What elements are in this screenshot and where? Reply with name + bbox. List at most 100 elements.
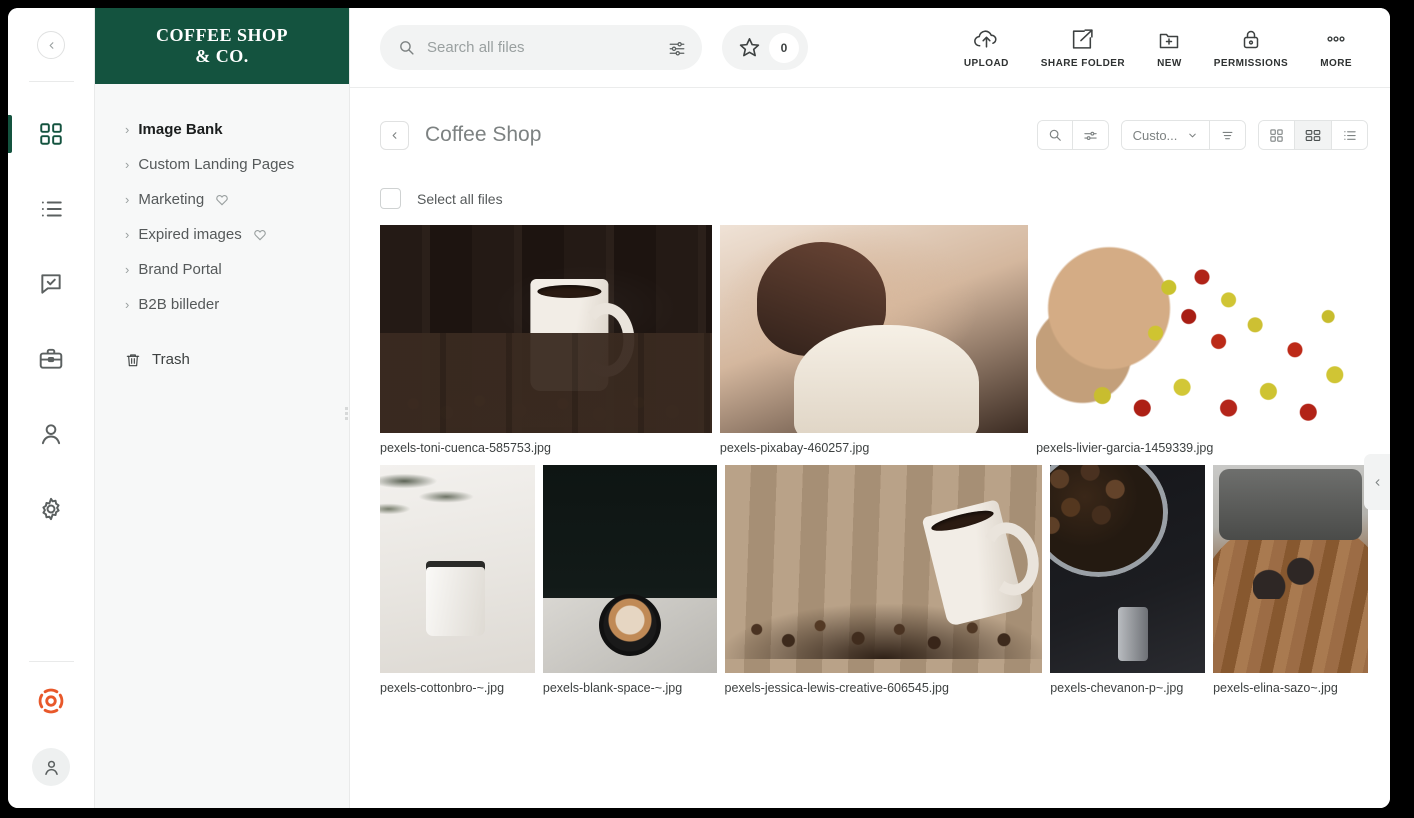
search-input[interactable]	[427, 39, 656, 56]
file-card[interactable]: pexels-toni-cuenca-585753.jpg	[380, 225, 712, 455]
search-icon	[398, 39, 415, 56]
user-avatar[interactable]	[32, 748, 70, 786]
rail-nav	[8, 96, 94, 546]
file-name: pexels-pixabay-460257.jpg	[720, 441, 1028, 455]
rail-item-settings[interactable]	[8, 471, 94, 546]
file-thumbnail	[1050, 465, 1205, 673]
page-title: Coffee Shop	[425, 123, 541, 147]
rail-item-list[interactable]	[8, 171, 94, 246]
sidebar-item-label: B2B billeder	[138, 296, 219, 313]
sidebar-item-label: Brand Portal	[138, 261, 221, 278]
chevron-down-icon	[1187, 130, 1198, 141]
file-list-area: Select all files pexels-toni-cuenca-5857…	[350, 170, 1390, 808]
file-card[interactable]: pexels-jessica-lewis-creative-606545.jpg	[725, 465, 1043, 695]
file-card[interactable]: pexels-cottonbro-~.jpg	[380, 465, 535, 695]
grid-large-icon	[1305, 128, 1321, 143]
select-all-row: Select all files	[380, 170, 1368, 225]
sidebar-item-b2b-billeder[interactable]: › B2B billeder	[95, 287, 349, 322]
chevron-left-icon	[389, 130, 400, 141]
chevron-right-icon: ›	[125, 193, 129, 206]
view-list-button[interactable]	[1332, 121, 1367, 149]
app-window: COFFEE SHOP & CO. › Image Bank › Custom …	[8, 8, 1390, 808]
chevron-right-icon: ›	[125, 263, 129, 276]
image-woman-drinking-coffee	[720, 225, 1028, 433]
heart-icon[interactable]	[215, 193, 229, 207]
rail-item-tasks[interactable]	[8, 246, 94, 321]
list-view-icon	[1342, 128, 1357, 143]
image-hands-with-coffee-cherries	[1036, 225, 1368, 433]
file-card[interactable]: pexels-livier-garcia-1459339.jpg	[1036, 225, 1368, 455]
folder-tree: › Image Bank › Custom Landing Pages › Ma…	[95, 84, 349, 377]
select-all-checkbox[interactable]	[380, 188, 401, 209]
sidebar-item-marketing[interactable]: › Marketing	[95, 182, 349, 217]
file-card[interactable]: pexels-elina-sazo~.jpg	[1213, 465, 1368, 695]
image-portafilter-with-beans	[1050, 465, 1205, 673]
heart-icon[interactable]	[253, 228, 267, 242]
file-name: pexels-blank-space-~.jpg	[543, 681, 717, 695]
favorites-button[interactable]: 0	[722, 25, 808, 70]
main-area: 0 UPLOAD SHARE FOLDER	[350, 8, 1390, 808]
file-name: pexels-cottonbro-~.jpg	[380, 681, 535, 695]
list-icon	[38, 196, 64, 222]
more-button[interactable]: MORE	[1304, 27, 1368, 69]
rail-item-grid[interactable]	[8, 96, 94, 171]
search-icon	[1048, 128, 1062, 142]
toolbar: UPLOAD SHARE FOLDER NEW	[948, 27, 1368, 69]
brand-line-2: & CO.	[195, 46, 249, 67]
comment-check-icon	[38, 271, 64, 297]
search-filter-group	[1037, 120, 1109, 150]
briefcase-icon	[38, 346, 64, 372]
file-thumbnail	[720, 225, 1028, 433]
file-card[interactable]: pexels-blank-space-~.jpg	[543, 465, 717, 695]
view-grid-large-button[interactable]	[1295, 121, 1332, 149]
sidebar-item-brand-portal[interactable]: › Brand Portal	[95, 252, 349, 287]
image-espresso-cups-on-wood-table	[1213, 465, 1368, 673]
chevron-left-icon	[1372, 477, 1383, 488]
grid-icon	[38, 121, 64, 147]
rail-bottom	[8, 661, 94, 808]
share-icon	[1070, 27, 1095, 51]
sidebar-item-label: Expired images	[138, 226, 241, 243]
favorites-count: 0	[769, 33, 799, 63]
sidebar-item-trash[interactable]: Trash	[95, 339, 349, 377]
rail-bottom-divider	[29, 661, 74, 662]
select-all-label[interactable]: Select all files	[417, 191, 503, 207]
file-name: pexels-toni-cuenca-585753.jpg	[380, 441, 712, 455]
sidebar-item-expired-images[interactable]: › Expired images	[95, 217, 349, 252]
file-card[interactable]: pexels-chevanon-p~.jpg	[1050, 465, 1205, 695]
file-thumbnail	[1213, 465, 1368, 673]
new-label: NEW	[1157, 58, 1182, 69]
grid-small-icon	[1269, 128, 1284, 143]
trash-icon	[125, 352, 141, 368]
view-grid-small-button[interactable]	[1259, 121, 1295, 149]
sidebar-item-image-bank[interactable]: › Image Bank	[95, 112, 349, 147]
list-filter-button[interactable]	[1073, 121, 1108, 149]
list-search-button[interactable]	[1038, 121, 1073, 149]
file-card[interactable]: pexels-pixabay-460257.jpg	[720, 225, 1028, 455]
new-button[interactable]: NEW	[1141, 27, 1198, 69]
image-desk-with-mug	[380, 465, 535, 673]
sort-dropdown[interactable]: Custo...	[1122, 121, 1210, 149]
sidebar-item-label: Image Bank	[138, 121, 222, 138]
permissions-button[interactable]: PERMISSIONS	[1198, 27, 1304, 69]
share-folder-button[interactable]: SHARE FOLDER	[1025, 27, 1141, 69]
back-button[interactable]	[380, 121, 409, 150]
coffee-mug-decor	[530, 279, 608, 391]
rail-collapse-button[interactable]	[37, 31, 65, 59]
rail-item-users[interactable]	[8, 396, 94, 471]
right-panel-toggle[interactable]	[1364, 454, 1390, 510]
top-bar: 0 UPLOAD SHARE FOLDER	[350, 8, 1390, 88]
sort-order-button[interactable]	[1210, 121, 1245, 149]
search-box[interactable]	[380, 25, 702, 70]
help-button[interactable]	[36, 686, 66, 716]
file-thumbnail	[380, 225, 712, 433]
file-thumbnail	[725, 465, 1043, 673]
sliders-icon[interactable]	[668, 39, 686, 57]
sidebar-item-custom-landing-pages[interactable]: › Custom Landing Pages	[95, 147, 349, 182]
image-coffee-cup-on-wood	[380, 225, 712, 433]
upload-button[interactable]: UPLOAD	[948, 27, 1025, 69]
view-controls: Custo...	[1037, 120, 1368, 150]
rail-item-portals[interactable]	[8, 321, 94, 396]
person-icon	[42, 758, 61, 777]
upload-label: UPLOAD	[964, 58, 1009, 69]
